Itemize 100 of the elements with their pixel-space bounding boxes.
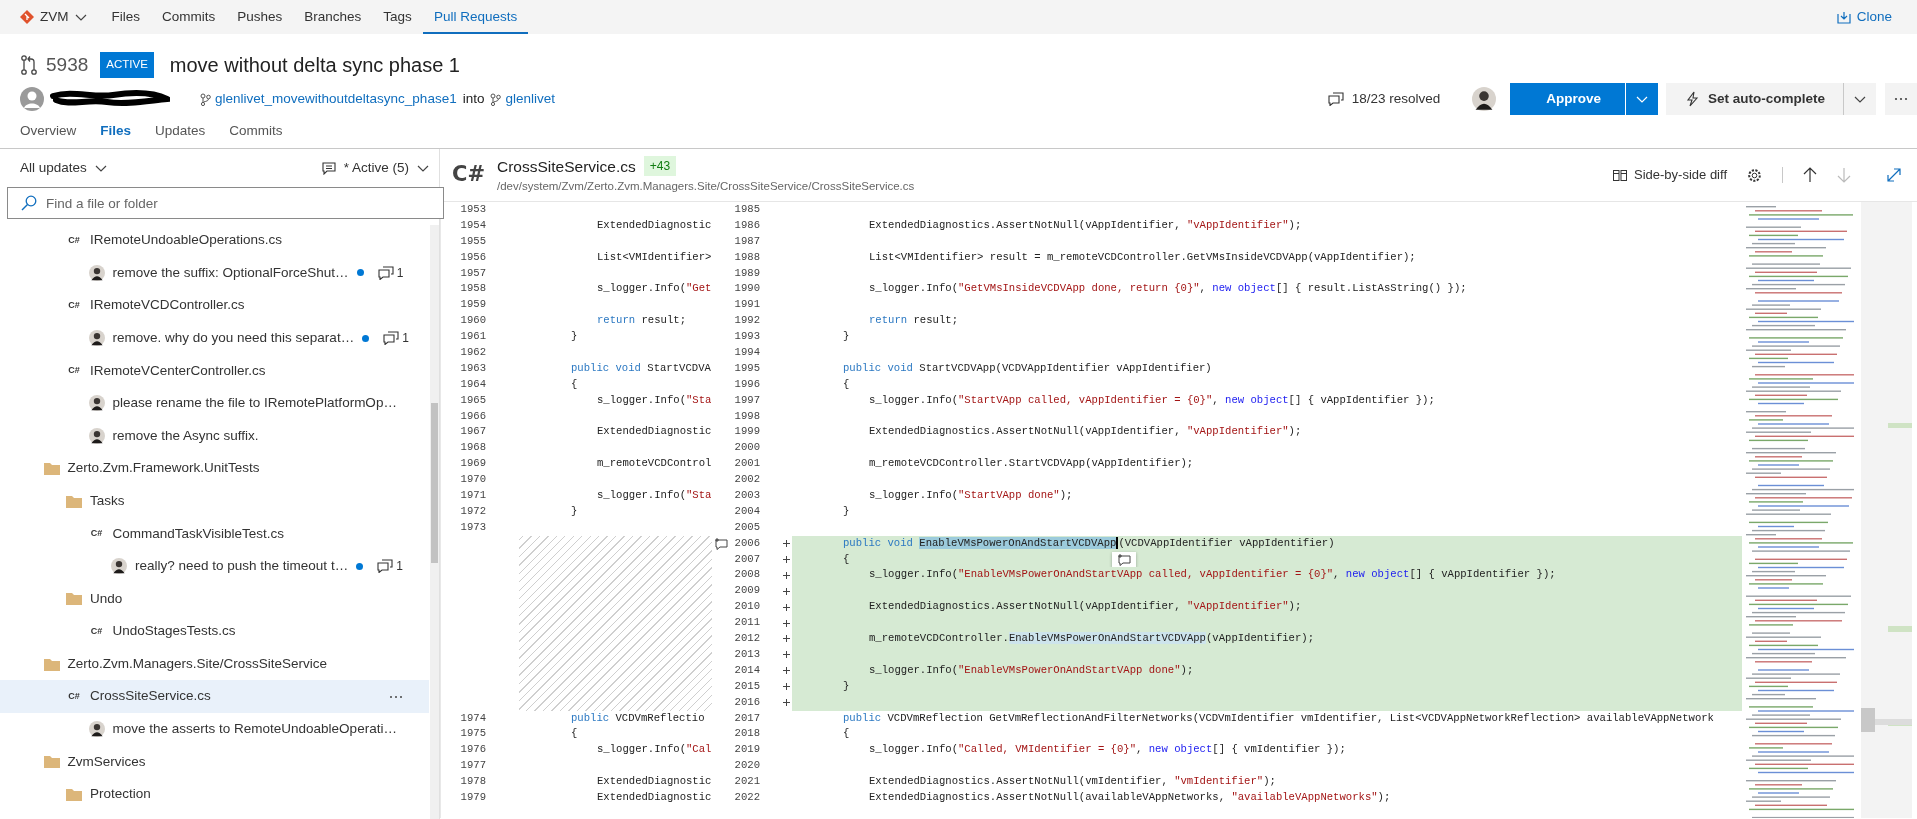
- file-name: CrossSiteService.cs: [497, 156, 636, 177]
- nav-tab[interactable]: Files: [100, 0, 151, 34]
- chevron-down-icon: [1854, 95, 1866, 103]
- add-comment-icon[interactable]: [714, 536, 729, 550]
- tree-item[interactable]: remove. why do you need this separat… 1: [0, 321, 429, 355]
- file-type-label: C#: [67, 233, 81, 247]
- folder-icon: [66, 494, 82, 508]
- nav-tab[interactable]: Pull Requests: [422, 0, 529, 34]
- previous-change-button[interactable]: [1803, 167, 1817, 183]
- tree-item[interactable]: C# UndoStagesTests.cs: [0, 615, 429, 648]
- more-button[interactable]: [389, 694, 403, 699]
- file-type-label: C#: [67, 363, 81, 377]
- line-number: 1979: [459, 790, 486, 806]
- split-view-icon: [1613, 169, 1627, 181]
- code-line: }: [842, 503, 851, 519]
- line-number: 1999: [734, 425, 760, 438]
- code-line: List<VMIdentifier>: [596, 249, 712, 265]
- tree-item[interactable]: C# IRemoteVCDController.cs: [0, 289, 429, 322]
- pr-tab[interactable]: Commits: [229, 120, 293, 142]
- line-number: 1987: [734, 234, 760, 247]
- status-badge: ACTIVE: [100, 52, 154, 78]
- tree-item[interactable]: Protection: [0, 778, 429, 811]
- settings-button[interactable]: [1747, 167, 1762, 183]
- ellipsis-icon: [1894, 97, 1908, 101]
- pr-title: move without delta sync phase 1: [169, 53, 460, 78]
- line-number: 1986: [734, 218, 760, 231]
- line-number: 2014: [734, 663, 760, 676]
- search-icon: [21, 195, 37, 211]
- line-number: 1988: [734, 250, 760, 263]
- tree-item[interactable]: C# CommandTaskVisibleTest.cs: [0, 517, 429, 550]
- tree-item[interactable]: really? need to push the timeout t… 1: [0, 549, 429, 583]
- tree-item[interactable]: C# CrossSiteService.cs: [0, 680, 429, 713]
- code-line: public VCDVmReflectio: [570, 710, 706, 726]
- project-menu[interactable]: ZVM: [20, 0, 101, 34]
- comments-icon: [1327, 92, 1344, 106]
- expand-button[interactable]: [1887, 168, 1901, 182]
- view-mode-button[interactable]: Side-by-side diff: [1613, 165, 1727, 185]
- line-number: 2022: [734, 790, 760, 803]
- file-type-label: C#: [89, 526, 104, 540]
- tree-item[interactable]: please rename the file to IRemotePlatformOp…: [0, 386, 429, 420]
- tree-item[interactable]: C# IRemoteVCenterController.cs: [0, 354, 429, 387]
- ellipsis-icon: [389, 694, 403, 699]
- search-field[interactable]: Find a file or folder: [7, 187, 444, 219]
- tree-item[interactable]: C# IRemoteUndoableOperations.cs: [0, 224, 429, 257]
- line-number: 1961: [459, 329, 486, 345]
- auto-complete-button[interactable]: Set auto-complete: [1665, 83, 1843, 115]
- folder-name: Zerto.Zvm.Framework.UnitTests: [67, 459, 260, 478]
- nav-tab[interactable]: Branches: [293, 0, 373, 34]
- code-line: s_logger.Info("Cal: [596, 742, 712, 758]
- line-number: 1991: [734, 298, 760, 311]
- file-type-label: C#: [452, 161, 485, 189]
- folder-icon: [43, 755, 60, 769]
- tree-item[interactable]: ZvmServices: [0, 745, 429, 779]
- line-number: 2008: [734, 568, 760, 581]
- tree-item[interactable]: Zerto.Zvm.Managers.Site/CrossSiteService: [0, 647, 429, 681]
- scrollbar-thumb[interactable]: [431, 403, 438, 563]
- code-line: s_logger.Info("Sta: [596, 392, 712, 408]
- tree-item[interactable]: remove the Async suffix.: [0, 419, 429, 453]
- code-line: {: [570, 726, 579, 742]
- tree-item[interactable]: move the asserts to RemoteUndoableOperati…: [0, 712, 429, 746]
- comment-text: please rename the file to IRemotePlatformOp…: [112, 394, 397, 413]
- branch-link[interactable]: glenlivet: [505, 88, 555, 110]
- nav-tab[interactable]: Commits: [151, 0, 227, 34]
- approve-button[interactable]: Approve: [1510, 83, 1625, 115]
- file-name: IRemoteVCDController.cs: [90, 296, 245, 315]
- line-number: 1989: [734, 266, 760, 279]
- pr-tab[interactable]: Updates: [155, 120, 216, 142]
- code-line: ExtendedDiagnostic: [596, 790, 712, 806]
- tree-item[interactable]: Undo: [0, 582, 429, 616]
- updates-filter[interactable]: All updates: [20, 157, 107, 179]
- line-number: 1990: [734, 282, 760, 295]
- folder-icon: [66, 787, 82, 801]
- line-number: 1969: [459, 456, 486, 472]
- avatar-icon: [88, 395, 105, 412]
- nav-tab[interactable]: Pushes: [226, 0, 294, 34]
- avatar-icon: [20, 87, 44, 111]
- scrollbar[interactable]: [430, 225, 439, 819]
- tree-item[interactable]: remove the suffix: OptionalForceShut… 1: [0, 256, 429, 290]
- line-number: 1974: [459, 710, 486, 726]
- code-line: {: [842, 376, 851, 392]
- line-number: 1998: [734, 409, 760, 422]
- code-line: public VCDVmReflection GetVmReflectionAndFilterNetworks(VCDVmIdentifier vmIdentifier, List<VCDVAppNetworkReflection> availableVAppNetwork: [842, 710, 1715, 726]
- tree-item[interactable]: Tasks: [0, 484, 429, 518]
- chevron-down-icon: [74, 13, 87, 21]
- line-number: 2006: [734, 536, 760, 549]
- tree-item[interactable]: Zerto.Zvm.Framework.UnitTests: [0, 452, 429, 485]
- pr-tab[interactable]: Files: [100, 120, 142, 142]
- line-number: 1977: [459, 758, 486, 774]
- pr-tab[interactable]: Overview: [20, 120, 87, 142]
- branch-link[interactable]: glenlivet_movewithoutdeltasync_phase1: [215, 88, 457, 110]
- avatar-icon: [88, 264, 105, 281]
- clone-button[interactable]: Clone: [1825, 0, 1903, 34]
- comments-filter[interactable]: * Active (5): [321, 157, 429, 179]
- code-line: ExtendedDiagnostic: [596, 774, 712, 790]
- line-number: 2004: [734, 504, 760, 517]
- approve-menu-button[interactable]: [1624, 83, 1658, 115]
- nav-tab[interactable]: Tags: [372, 0, 423, 34]
- arrow-up-icon: [1803, 167, 1817, 183]
- file-name: UndoStagesTests.cs: [112, 622, 236, 641]
- line-number: 1971: [459, 488, 486, 504]
